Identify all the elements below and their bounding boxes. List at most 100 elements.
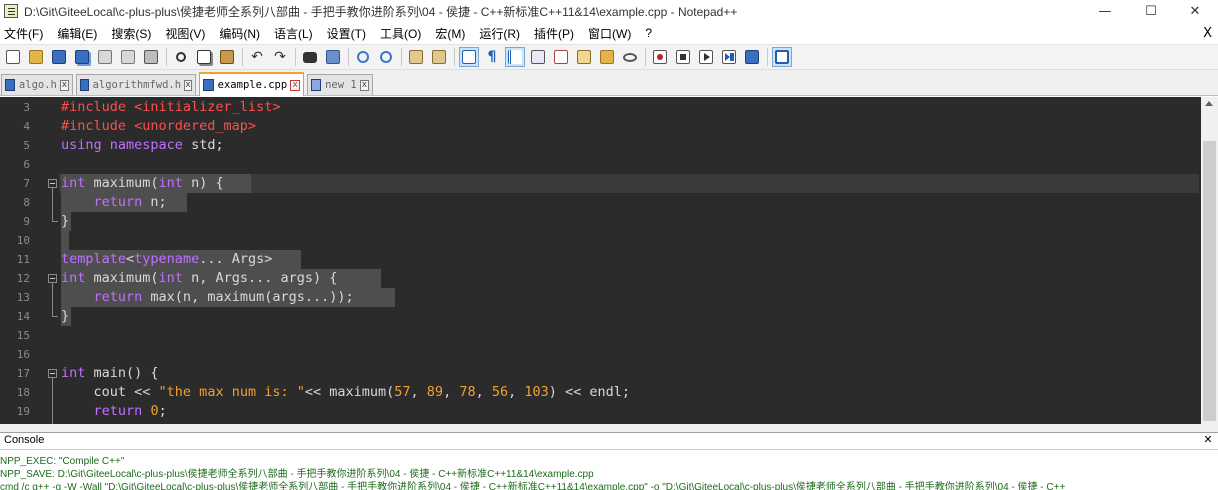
menu-view[interactable]: 视图(V) xyxy=(161,25,209,42)
menu-help[interactable]: ? xyxy=(641,26,656,40)
monitoring-button[interactable] xyxy=(620,47,640,67)
maximize-button[interactable]: ☐ xyxy=(1128,0,1174,22)
record-macro-icon xyxy=(653,50,667,64)
cut-button[interactable] xyxy=(171,47,191,67)
console-output[interactable]: NPP_EXEC: "Compile C++" NPP_SAVE: D:\Git… xyxy=(0,450,1218,490)
replace-button[interactable] xyxy=(323,47,343,67)
code-line[interactable]: } xyxy=(61,307,69,326)
line-number: 18 xyxy=(16,386,30,399)
print-icon xyxy=(144,50,158,64)
tab-close-icon[interactable]: x xyxy=(290,79,300,91)
undo-button[interactable]: ↶ xyxy=(247,47,267,67)
zoom-in-button[interactable] xyxy=(353,47,373,67)
tab-bar: algo.h x algorithmfwd.h x example.cpp x … xyxy=(0,70,1218,96)
code-line[interactable]: #include <initializer_list> xyxy=(61,98,280,117)
close-button[interactable] xyxy=(95,47,115,67)
tab-close-icon[interactable]: x xyxy=(184,79,192,91)
save-all-icon xyxy=(75,50,89,64)
function-list-button[interactable] xyxy=(574,47,594,67)
code-line[interactable]: int maximum(int n) { xyxy=(61,174,224,193)
code-line[interactable]: return 0; xyxy=(61,402,167,421)
tab-close-icon[interactable]: x xyxy=(359,79,369,91)
scroll-up-arrow-icon[interactable] xyxy=(1205,101,1213,106)
window-title: D:\Git\GiteeLocal\c-plus-plus\侯捷老师全系列八部曲… xyxy=(24,4,738,19)
console-panel-header: Console ✕ xyxy=(0,432,1218,450)
code-line[interactable]: template<typename... Args> xyxy=(61,250,272,269)
run-macro-multiple-button[interactable] xyxy=(719,47,739,67)
menu-run[interactable]: 运行(R) xyxy=(475,25,524,42)
menu-plugins[interactable]: 插件(P) xyxy=(530,25,578,42)
sync-horizontal-button[interactable] xyxy=(429,47,449,67)
fold-end-marker xyxy=(52,221,58,222)
open-file-button[interactable] xyxy=(26,47,46,67)
menu-bar: 文件(F) 编辑(E) 搜索(S) 视图(V) 编码(N) 语言(L) 设置(T… xyxy=(0,22,1218,44)
show-all-chars-button[interactable]: ¶ xyxy=(482,47,502,67)
vertical-scrollbar[interactable] xyxy=(1201,97,1218,424)
code-line[interactable]: using namespace std; xyxy=(61,136,224,155)
find-button[interactable] xyxy=(300,47,320,67)
menu-edit[interactable]: 编辑(E) xyxy=(53,25,101,42)
paste-button[interactable] xyxy=(217,47,237,67)
code-line[interactable]: return n; xyxy=(61,193,167,212)
function-list-icon xyxy=(577,50,591,64)
tab-algorithmfwd-h[interactable]: algorithmfwd.h x xyxy=(76,74,196,95)
menu-language[interactable]: 语言(L) xyxy=(270,25,317,42)
line-number: 5 xyxy=(23,139,30,152)
document-map-button[interactable] xyxy=(551,47,571,67)
open-file-icon xyxy=(29,50,43,64)
user-language-button[interactable] xyxy=(528,47,548,67)
code-line[interactable]: return max(n, maximum(args...)); xyxy=(61,288,354,307)
code-line[interactable]: int main() { xyxy=(61,364,159,383)
tab-example-cpp[interactable]: example.cpp x xyxy=(199,72,304,96)
save-button[interactable] xyxy=(49,47,69,67)
sync-vertical-button[interactable] xyxy=(406,47,426,67)
code-line[interactable]: } xyxy=(61,212,69,231)
folder-workspace-button[interactable] xyxy=(597,47,617,67)
console-close-icon[interactable]: ✕ xyxy=(1202,434,1214,446)
close-document-button[interactable]: X xyxy=(1203,26,1212,41)
panel-splitter[interactable] xyxy=(0,424,1218,432)
tab-close-icon[interactable]: x xyxy=(59,79,69,91)
code-editor[interactable]: 3 4 5 6 7 8 9 10 11 12 13 14 15 16 17 18 19 #include <in… xyxy=(0,97,1218,424)
close-all-button[interactable] xyxy=(118,47,138,67)
menu-tools[interactable]: 工具(O) xyxy=(376,25,425,42)
minimize-button[interactable]: — xyxy=(1082,0,1128,22)
fold-toggle-icon[interactable] xyxy=(48,274,57,283)
run-macro-multiple-icon xyxy=(722,50,736,64)
fold-guide-line xyxy=(52,283,53,316)
save-all-button[interactable] xyxy=(72,47,92,67)
redo-button[interactable]: ↷ xyxy=(270,47,290,67)
tab-label: algorithmfwd.h xyxy=(92,79,182,91)
tab-algo-h[interactable]: algo.h x xyxy=(1,74,73,95)
menu-search[interactable]: 搜索(S) xyxy=(107,25,155,42)
menu-macro[interactable]: 宏(M) xyxy=(431,25,469,42)
playback-button[interactable] xyxy=(696,47,716,67)
code-line[interactable]: int maximum(int n, Args... args) { xyxy=(61,269,337,288)
tab-new-1[interactable]: new 1 x xyxy=(307,74,373,95)
new-file-button[interactable] xyxy=(3,47,23,67)
line-number: 11 xyxy=(16,253,30,266)
save-macro-button[interactable] xyxy=(742,47,762,67)
fold-toggle-icon[interactable] xyxy=(48,179,57,188)
code-line[interactable]: cout << "the max num is: "<< maximum(57,… xyxy=(61,383,631,402)
fold-guide-line xyxy=(52,378,53,424)
doc-switcher-button[interactable] xyxy=(772,47,792,67)
word-wrap-button[interactable] xyxy=(459,47,479,67)
copy-button[interactable] xyxy=(194,47,214,67)
toolbar-separator xyxy=(645,48,646,66)
menu-window[interactable]: 窗口(W) xyxy=(584,25,635,42)
window-close-button[interactable]: ✕ xyxy=(1172,0,1218,22)
stop-record-button[interactable] xyxy=(673,47,693,67)
code-line[interactable]: #include <unordered_map> xyxy=(61,117,256,136)
zoom-out-button[interactable] xyxy=(376,47,396,67)
save-macro-icon xyxy=(745,50,759,64)
menu-encoding[interactable]: 编码(N) xyxy=(215,25,264,42)
record-macro-button[interactable] xyxy=(650,47,670,67)
copy-icon xyxy=(197,50,211,64)
print-button[interactable] xyxy=(141,47,161,67)
menu-settings[interactable]: 设置(T) xyxy=(323,25,370,42)
menu-file[interactable]: 文件(F) xyxy=(0,25,47,42)
fold-toggle-icon[interactable] xyxy=(48,369,57,378)
scrollbar-thumb[interactable] xyxy=(1203,141,1216,421)
indent-guide-button[interactable] xyxy=(505,47,525,67)
